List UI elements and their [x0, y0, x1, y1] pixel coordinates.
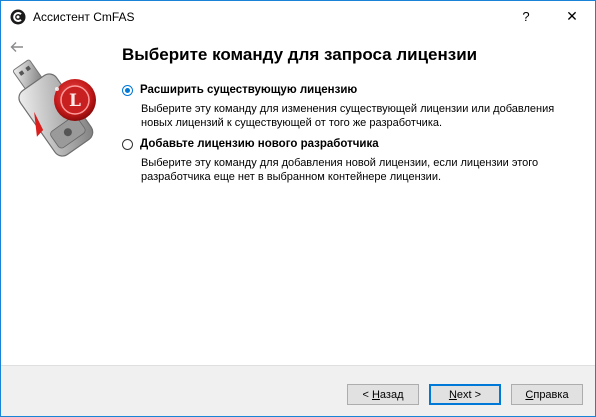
close-button[interactable]: ✕ — [549, 1, 595, 32]
page-title: Выберите команду для запроса лицензии — [122, 45, 478, 64]
window-title: Ассистент CmFAS — [33, 10, 135, 24]
button-label: ext > — [456, 388, 482, 401]
question-icon: ? — [522, 9, 530, 24]
option-label[interactable]: Расширить существующую лицензию — [140, 84, 357, 96]
radio-extend-license[interactable] — [122, 84, 133, 96]
svg-text:L: L — [69, 91, 81, 111]
mnemonic: N — [448, 388, 457, 401]
button-label: азад — [379, 388, 404, 401]
button-bar: < Назад Next > Справка — [1, 365, 595, 416]
radio-add-developer-license[interactable] — [122, 138, 133, 150]
option-description: Выберите эту команду для изменения сущес… — [141, 103, 555, 129]
button-prefix: < — [362, 388, 372, 401]
close-icon: ✕ — [566, 8, 578, 24]
next-button[interactable]: Next > — [429, 384, 501, 405]
title-bar: Ассистент CmFAS ? ✕ — [1, 1, 595, 32]
option-label[interactable]: Добавьте лицензию нового разработчика — [140, 138, 379, 150]
radio-row[interactable]: Расширить существующую лицензию — [122, 83, 571, 97]
back-arrow-icon — [10, 42, 23, 52]
help-title-button[interactable]: ? — [503, 1, 549, 32]
mnemonic: С — [525, 388, 534, 401]
option-add-developer-license[interactable]: Добавьте лицензию нового разработчика Вы… — [122, 137, 571, 184]
option-description: Выберите эту команду для добавления ново… — [141, 157, 539, 183]
wizard-window: Ассистент CmFAS ? ✕ L Выберите команду д… — [0, 0, 596, 417]
back-arrow-button[interactable] — [7, 39, 27, 55]
back-button[interactable]: < Назад — [347, 384, 419, 405]
radio-row[interactable]: Добавьте лицензию нового разработчика — [122, 137, 571, 151]
mnemonic: Н — [371, 388, 380, 401]
help-button[interactable]: Справка — [511, 384, 583, 405]
button-label: правка — [533, 388, 569, 401]
codemeter-icon — [10, 9, 26, 25]
usb-dongle-license-seal-icon: L — [1, 55, 111, 165]
option-extend-license[interactable]: Расширить существующую лицензию Выберите… — [122, 83, 571, 130]
